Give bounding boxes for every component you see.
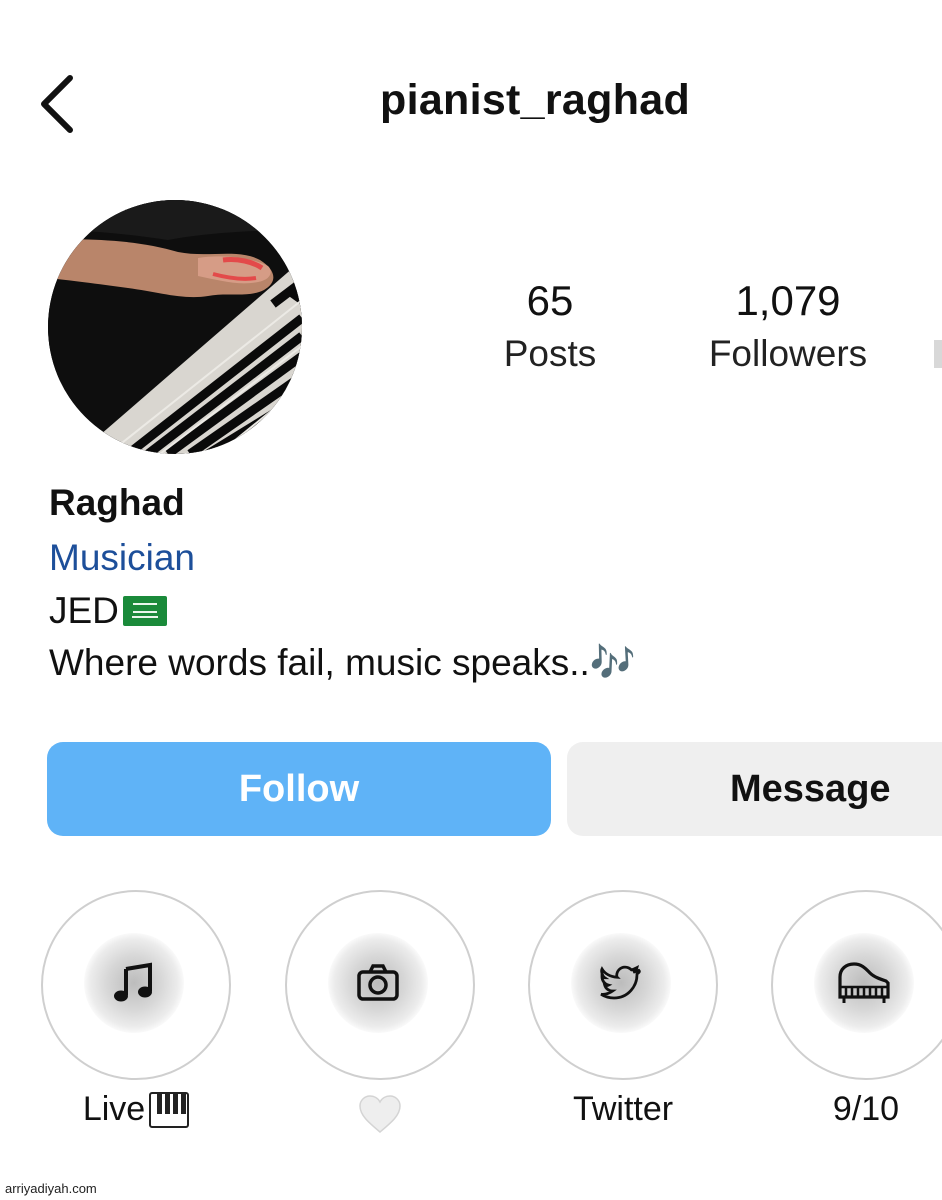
music-note-icon (104, 953, 164, 1013)
following-stat-edge (934, 340, 942, 368)
profile-location: JED (49, 590, 167, 632)
highlight-heart[interactable] (285, 890, 475, 1140)
profile-display-name: Raghad (49, 482, 185, 523)
profile-username: pianist_raghad (380, 76, 691, 124)
followers-stat[interactable]: 1,079 Followers (688, 278, 888, 380)
profile-bio-text: Where words fail, music speaks..🎶 (49, 642, 636, 683)
profile-page: pianist_raghad 65 Posts 1,079 Followers … (0, 0, 942, 1200)
profile-category-link[interactable]: Musician (49, 537, 195, 579)
watermark-text: arriyadiyah.com (5, 1181, 97, 1196)
posts-stat[interactable]: 65 Posts (470, 278, 630, 380)
follow-button-label: Follow (238, 767, 360, 810)
twitter-bird-icon (591, 953, 651, 1013)
highlight-label (265, 1090, 495, 1134)
saudi-flag-icon (122, 596, 167, 626)
highlight-piano[interactable]: 9/10 (771, 890, 942, 1140)
chevron-left-icon (41, 75, 73, 133)
piano-keys-emoji (149, 1091, 190, 1128)
posts-count: 65 (526, 277, 574, 324)
highlight-twitter[interactable]: Twitter (528, 890, 718, 1140)
message-button-label: Message (730, 767, 891, 810)
avatar[interactable] (48, 200, 302, 454)
followers-label: Followers (708, 333, 868, 374)
message-button[interactable]: Message (567, 742, 942, 836)
grand-piano-icon (834, 953, 894, 1013)
follow-button[interactable]: Follow (47, 742, 551, 836)
highlight-label: Live (21, 1090, 251, 1129)
highlight-label: Twitter (572, 1090, 674, 1128)
location-text: JED (49, 590, 119, 631)
white-heart-emoji (359, 1095, 401, 1133)
back-button[interactable] (36, 72, 84, 136)
posts-label: Posts (503, 333, 597, 374)
highlight-label-text: Live (82, 1090, 146, 1128)
highlight-label: 9/10 (832, 1090, 900, 1128)
camera-icon (348, 953, 408, 1013)
highlight-live[interactable]: Live (41, 890, 231, 1140)
followers-count: 1,079 (735, 277, 841, 324)
piano-hand-photo (48, 200, 302, 454)
